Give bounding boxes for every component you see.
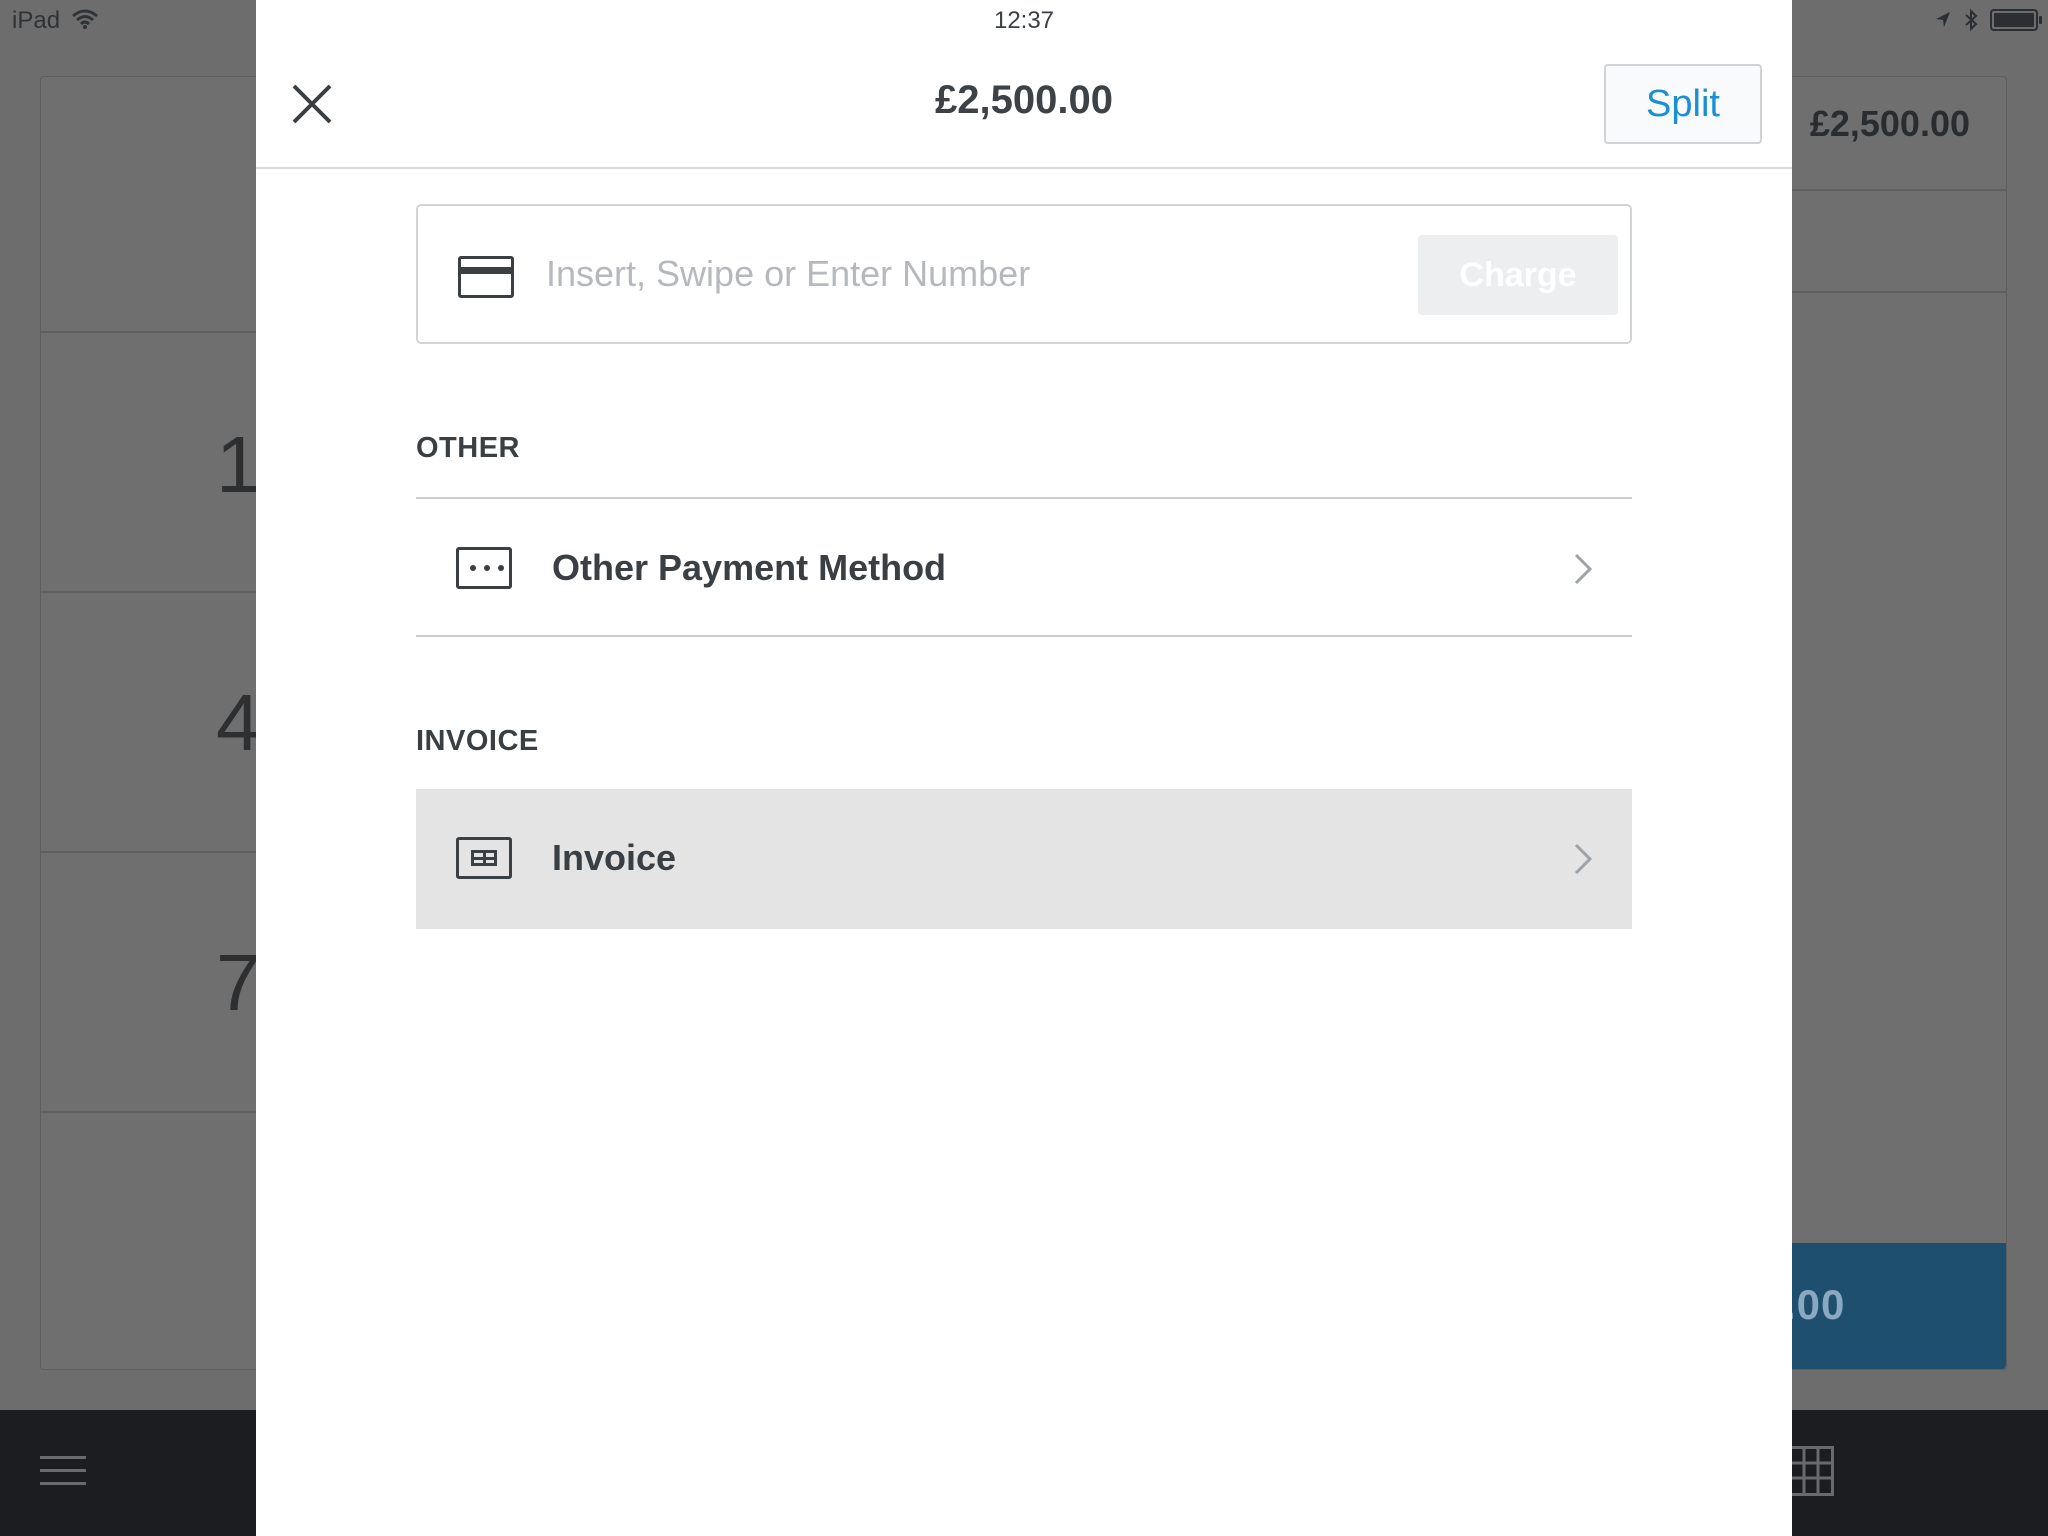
divider [1786,189,2006,191]
section-header-invoice: INVOICE [416,725,539,757]
modal-title: £2,500.00 [935,78,1113,122]
hamburger-menu-icon [40,1456,86,1486]
card-entry-field: Charge [416,204,1632,344]
invoice-icon [456,837,512,879]
keypad-row: 7 [41,853,279,1113]
payment-modal: 12:37 £2,500.00 Split Charge OTHER Other… [256,0,1792,1536]
other-payment-method-label: Other Payment Method [552,547,947,588]
card-number-input[interactable] [546,244,1346,304]
other-payment-method-row[interactable]: Other Payment Method [416,497,1632,637]
charge-total-button: .00 [1784,1243,2006,1369]
screen: 1 4 7 £2,500.00 .00 iPad 12:37 £2,500.00… [0,0,2048,1536]
wifi-icon [72,9,98,29]
charge-button[interactable]: Charge [1418,235,1618,315]
keypad-digit-4: 4 [216,678,261,767]
chevron-right-icon [1574,843,1593,875]
keypad-row: 4 [41,593,279,853]
keypad-digit-7: 7 [216,938,261,1027]
device-name: iPad [12,7,61,34]
modal-header: £2,500.00 Split [256,0,1792,169]
section-header-other: OTHER [416,432,520,464]
cart-total: £2,500.00 [1809,103,1970,144]
credit-card-icon [458,256,514,298]
invoice-label: Invoice [552,837,677,878]
invoice-row[interactable]: Invoice [416,789,1632,929]
charge-total-amount: .00 [1784,1281,1846,1328]
keypad-row: 1 [41,333,279,593]
grid-icon [1788,1446,1834,1496]
split-button[interactable]: Split [1604,64,1762,144]
bluetooth-icon [1965,8,1978,32]
cart-panel: £2,500.00 .00 [1784,76,2007,1370]
keypad-digit-1: 1 [216,420,261,509]
more-dots-icon [456,547,512,589]
status-indicators [1934,8,2042,32]
chevron-right-icon [1574,553,1593,585]
battery-icon [1990,9,2042,31]
keypad-row [41,77,279,333]
divider [1786,291,2006,293]
keypad-panel: 1 4 7 [40,76,280,1370]
location-icon [1936,12,1950,27]
